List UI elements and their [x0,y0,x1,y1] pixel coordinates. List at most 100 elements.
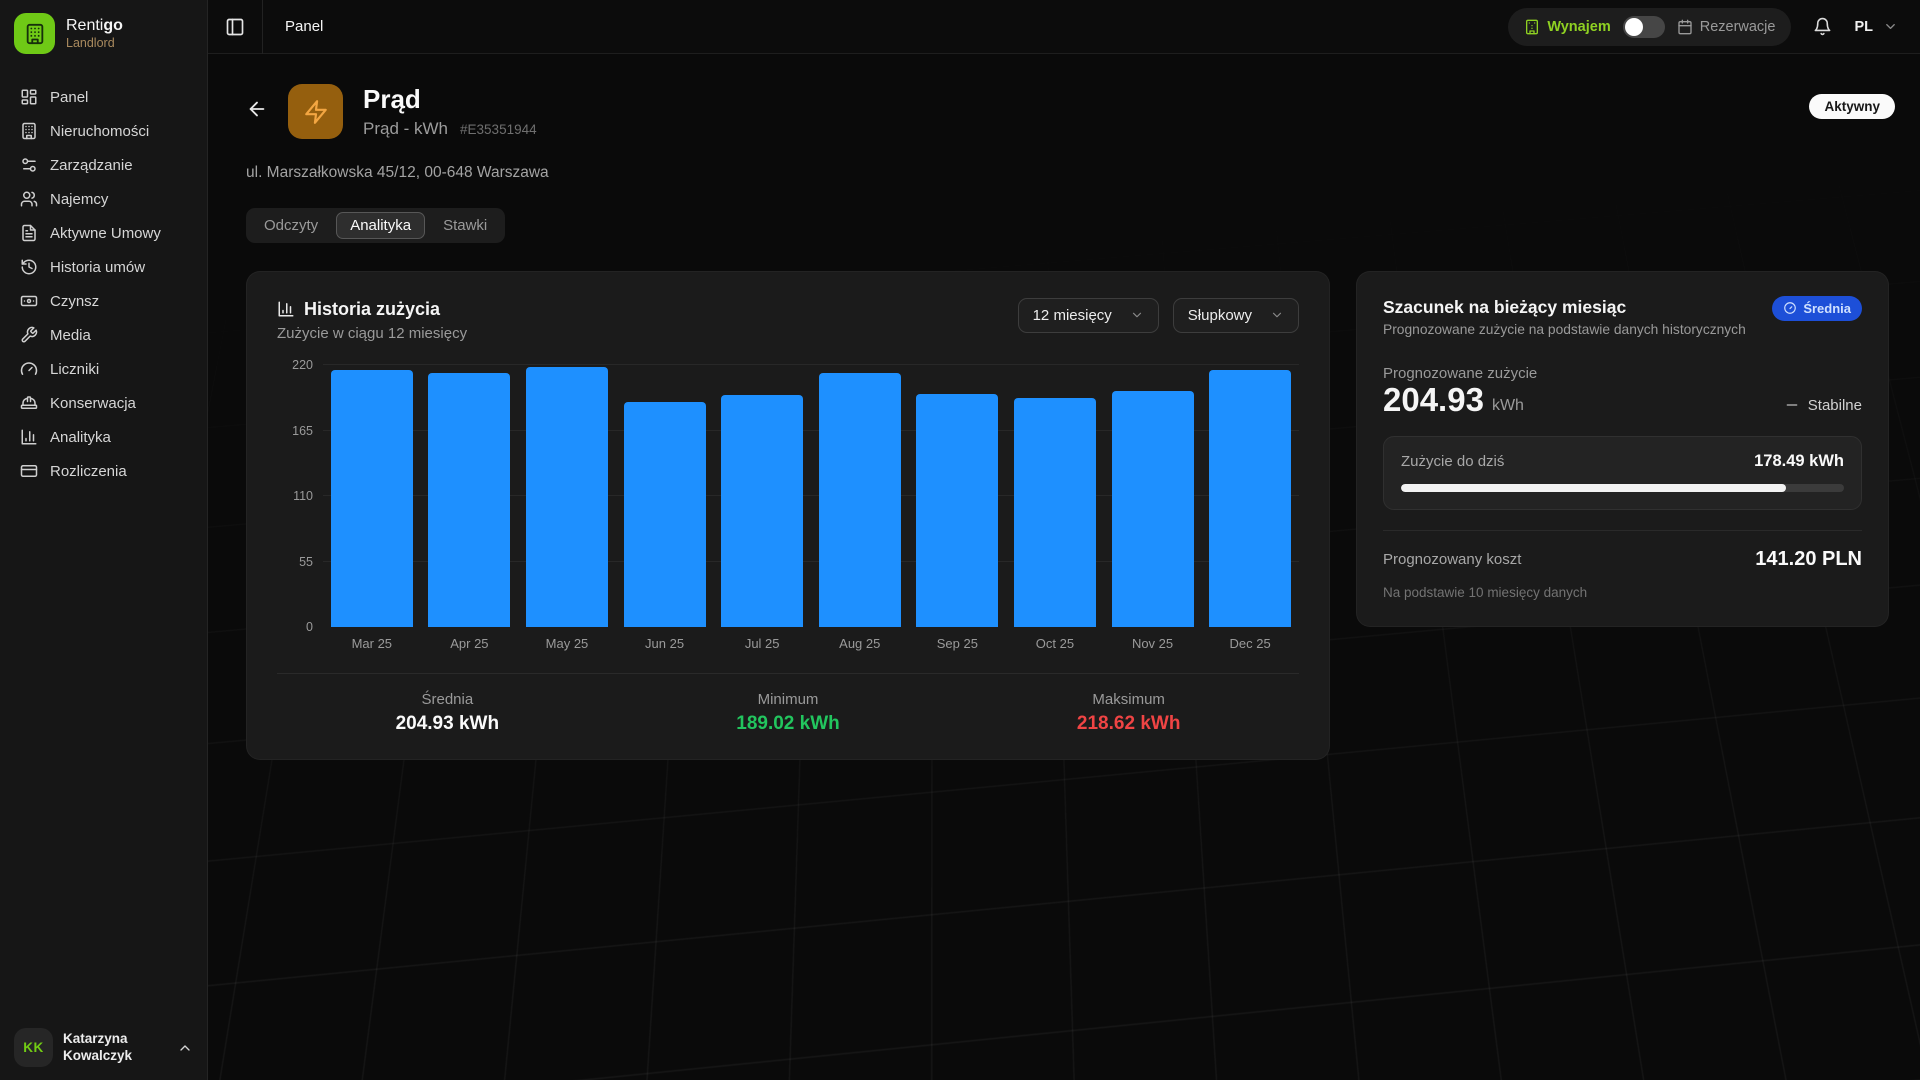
cost-divider [1383,530,1862,531]
bar-nov-25[interactable] [1112,391,1194,628]
forecast-label: Prognozowane zużycie [1383,365,1862,382]
chevron-down-icon [1883,19,1898,34]
mode-toggle[interactable] [1623,16,1665,38]
forecast-value: 204.93 [1383,382,1484,418]
bar-may-25[interactable] [526,367,608,627]
tab-odczyty[interactable]: Odczyty [250,212,332,239]
electricity-zap-icon [288,84,343,139]
x-tick-label: Sep 25 [909,636,1007,651]
period-select[interactable]: 12 miesięcy [1018,298,1159,333]
sidebar-item-nieruchomosci[interactable]: Nieruchomości [8,115,199,147]
chart-stats: Średnia204.93 kWhMinimum189.02 kWhMaksim… [277,691,1299,735]
bar-mar-25[interactable] [331,370,413,628]
mode-switcher: Wynajem Rezerwacje [1508,8,1791,46]
user-name: Katarzyna Kowalczyk [63,1031,167,1065]
tab-analityka[interactable]: Analityka [336,212,425,239]
y-tick-label: 0 [306,620,313,634]
dashboard-icon [20,88,38,106]
y-tick-label: 165 [292,424,313,438]
sidebar-item-czynsz[interactable]: Czynsz [8,285,199,317]
page-header: Prąd Prąd - kWh #E35351944 Aktywny [246,84,1895,140]
data-basis-footnote: Na podstawie 10 miesięcy danych [1383,585,1862,600]
wrench-icon [20,326,38,344]
x-tick-label: Aug 25 [811,636,909,651]
usage-progress-bar [1401,484,1844,492]
sidebar-item-panel[interactable]: Panel [8,81,199,113]
sidebar-item-zarzadzanie[interactable]: Zarządzanie [8,149,199,181]
x-tick-label: Apr 25 [421,636,519,651]
stat-label: Minimum [618,691,959,708]
back-arrow-icon[interactable] [246,98,268,120]
sidebar-item-label: Analityka [50,429,111,446]
x-tick-label: May 25 [518,636,616,651]
building-small-icon [1524,19,1540,35]
stat-value: 218.62 kWh [958,713,1299,735]
bar-apr-25[interactable] [428,373,510,628]
sliders-icon [20,156,38,174]
stat-label: Maksimum [958,691,1299,708]
sidebar-item-label: Zarządzanie [50,157,133,174]
stat-minimum: Minimum189.02 kWh [618,691,959,735]
x-tick-label: Jun 25 [616,636,714,651]
history-card-subtitle: Zużycie w ciągu 12 miesięcy [277,324,467,344]
users-icon [20,190,38,208]
usage-progress-fill [1401,484,1786,492]
sidebar-item-label: Nieruchomości [50,123,149,140]
hard-hat-icon [20,394,38,412]
usage-to-date-label: Zużycie do dziś [1401,453,1504,470]
file-text-icon [20,224,38,242]
credit-card-icon [20,462,38,480]
bar-jun-25[interactable] [624,402,706,627]
history-card: Historia zużycia Zużycie w ciągu 12 mies… [246,271,1330,761]
sidebar-toggle-icon[interactable] [208,17,262,37]
sidebar-item-liczniki[interactable]: Liczniki [8,353,199,385]
meter-subtitle: Prąd - kWh [363,119,448,139]
brand: Rentigo Landlord [0,0,207,67]
bar-oct-25[interactable] [1014,398,1096,627]
usage-to-date-panel: Zużycie do dziś 178.49 kWh [1383,436,1862,510]
banknote-icon [20,292,38,310]
building-icon [20,122,38,140]
cost-label: Prognozowany koszt [1383,551,1521,568]
calendar-icon [1677,19,1693,35]
chart-x-axis: Mar 25Apr 25May 25Jun 25Jul 25Aug 25Sep … [277,636,1299,651]
tab-stawki[interactable]: Stawki [429,212,501,239]
sidebar-item-historia-umow[interactable]: Historia umów [8,251,199,283]
bar-sep-25[interactable] [916,394,998,627]
sidebar: Rentigo Landlord Panel Nieruchomości Zarzą… [0,0,208,1080]
bar-aug-25[interactable] [819,373,901,627]
sidebar-item-najemcy[interactable]: Najemcy [8,183,199,215]
stat-maksimum: Maksimum 218.62 kWh [958,691,1299,735]
estimate-subtitle: Prognozowane zużycie na podstawie danych… [1383,321,1746,339]
bar-chart-icon [20,428,38,446]
sidebar-item-label: Aktywne Umowy [50,225,161,242]
confidence-badge: Średnia [1772,296,1862,321]
stat-value: 204.93 kWh [277,713,618,735]
chevron-up-icon[interactable] [177,1040,193,1056]
sidebar-item-label: Konserwacja [50,395,136,412]
bell-icon[interactable] [1813,17,1832,36]
y-tick-label: 110 [293,489,313,503]
brand-role: Landlord [66,36,123,50]
bar-dec-25[interactable] [1209,370,1291,628]
language-selector[interactable]: PL [1854,19,1898,35]
gauge-icon [20,360,38,378]
trend-indicator: Stabilne [1784,397,1862,414]
sidebar-item-analityka[interactable]: Analityka [8,421,199,453]
sidebar-item-konserwacja[interactable]: Konserwacja [8,387,199,419]
mode-reservations-button[interactable]: Rezerwacje [1677,19,1776,35]
sidebar-item-rozliczenia[interactable]: Rozliczenia [8,455,199,487]
user-menu[interactable]: KK Katarzyna Kowalczyk [0,1015,207,1080]
sidebar-item-media[interactable]: Media [8,319,199,351]
minus-icon [1784,397,1800,413]
sidebar-item-aktywne-umowy[interactable]: Aktywne Umowy [8,217,199,249]
avatar: KK [14,1028,53,1067]
mode-rent-button[interactable]: Wynajem [1524,19,1610,35]
forecast-unit: kWh [1492,397,1524,415]
history-card-title: Historia zużycia [304,298,440,321]
chart-type-select[interactable]: Słupkowy [1173,298,1299,333]
y-tick-label: 55 [299,555,313,569]
brand-name: Rentigo [66,17,123,35]
sidebar-item-label: Najemcy [50,191,108,208]
bar-jul-25[interactable] [721,395,803,628]
